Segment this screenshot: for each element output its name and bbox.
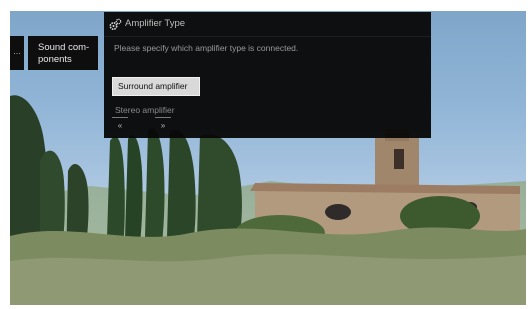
forward-key-hint[interactable]: » [155,117,171,130]
rewind-icon: « [117,121,123,130]
dialog-header: Amplifier Type [104,12,431,37]
nav-item-label: Sound com- ponents [38,42,90,65]
fast-forward-icon: » [160,121,166,130]
nav-back-stub[interactable]: ... [10,36,24,70]
dialog-title: Amplifier Type [125,18,186,29]
dialog-prompt: Please specify which amplifier type is c… [114,43,299,53]
gear-icon [109,18,122,31]
amplifier-type-dialog: Amplifier Type Please specify which ampl… [104,12,431,138]
nav-item-sound-components[interactable]: Sound com- ponents [28,36,98,70]
option-surround-amplifier[interactable]: Surround amplifier [112,77,200,96]
option-stereo-amplifier[interactable]: Stereo amplifier [115,105,175,115]
back-key-hint[interactable]: « [112,117,128,130]
